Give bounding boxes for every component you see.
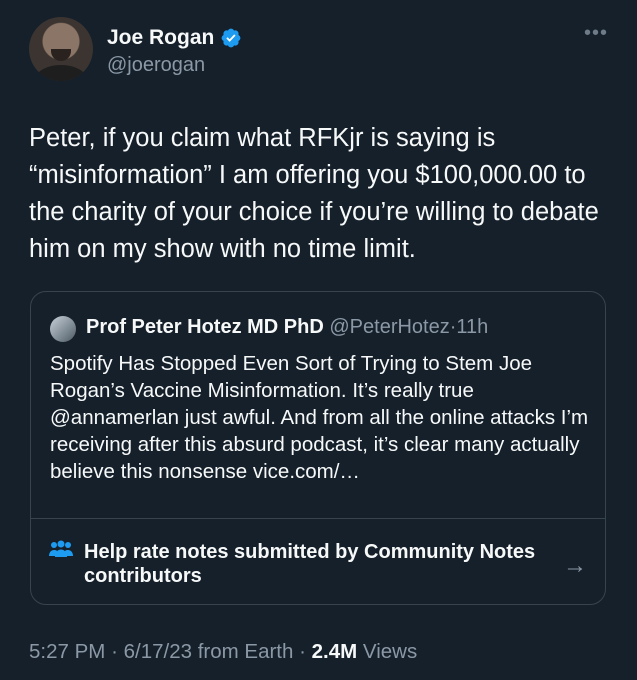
tweet-footer: 5:27 PM · 6/17/23 from Earth · 2.4M View… [29, 640, 417, 664]
tweet-source: from Earth [197, 640, 294, 663]
quoted-tweet-card[interactable]: Prof Peter Hotez MD PhD @PeterHotez·11h … [30, 291, 606, 605]
tweet-date[interactable]: 6/17/23 [124, 640, 192, 663]
author-avatar[interactable] [29, 17, 93, 81]
views-count[interactable]: 2.4M [312, 640, 358, 663]
more-options-icon[interactable]: ••• [584, 23, 608, 43]
quote-divider [31, 518, 605, 519]
quote-author-handle: @PeterHotez [329, 316, 450, 338]
author-name[interactable]: Joe Rogan [107, 26, 214, 50]
quote-author-name: Prof Peter Hotez MD PhD [86, 316, 324, 338]
views-label: Views [362, 640, 418, 663]
community-notes-icon [49, 540, 73, 557]
verified-badge-icon [221, 28, 241, 48]
tweet-time[interactable]: 5:27 PM [29, 640, 105, 663]
quote-text: Spotify Has Stopped Even Sort of Trying … [50, 352, 589, 483]
tweet-text: Peter, if you claim what RFKjr is saying… [29, 124, 599, 263]
footer-separator-2: · [299, 640, 306, 663]
footer-separator-1: · [111, 640, 118, 663]
community-notes-label[interactable]: Help rate notes submitted by Community N… [84, 540, 574, 588]
author-name-row[interactable]: Joe Rogan [107, 26, 242, 50]
quote-timestamp: 11h [456, 316, 489, 338]
quote-header: Prof Peter Hotez MD PhD @PeterHotez·11h [86, 316, 488, 339]
quote-author-avatar [50, 316, 76, 342]
avatar-shirt [35, 65, 87, 81]
author-handle[interactable]: @joerogan [107, 54, 205, 77]
arrow-right-icon[interactable]: → [563, 552, 587, 580]
avatar-beard [51, 49, 71, 61]
